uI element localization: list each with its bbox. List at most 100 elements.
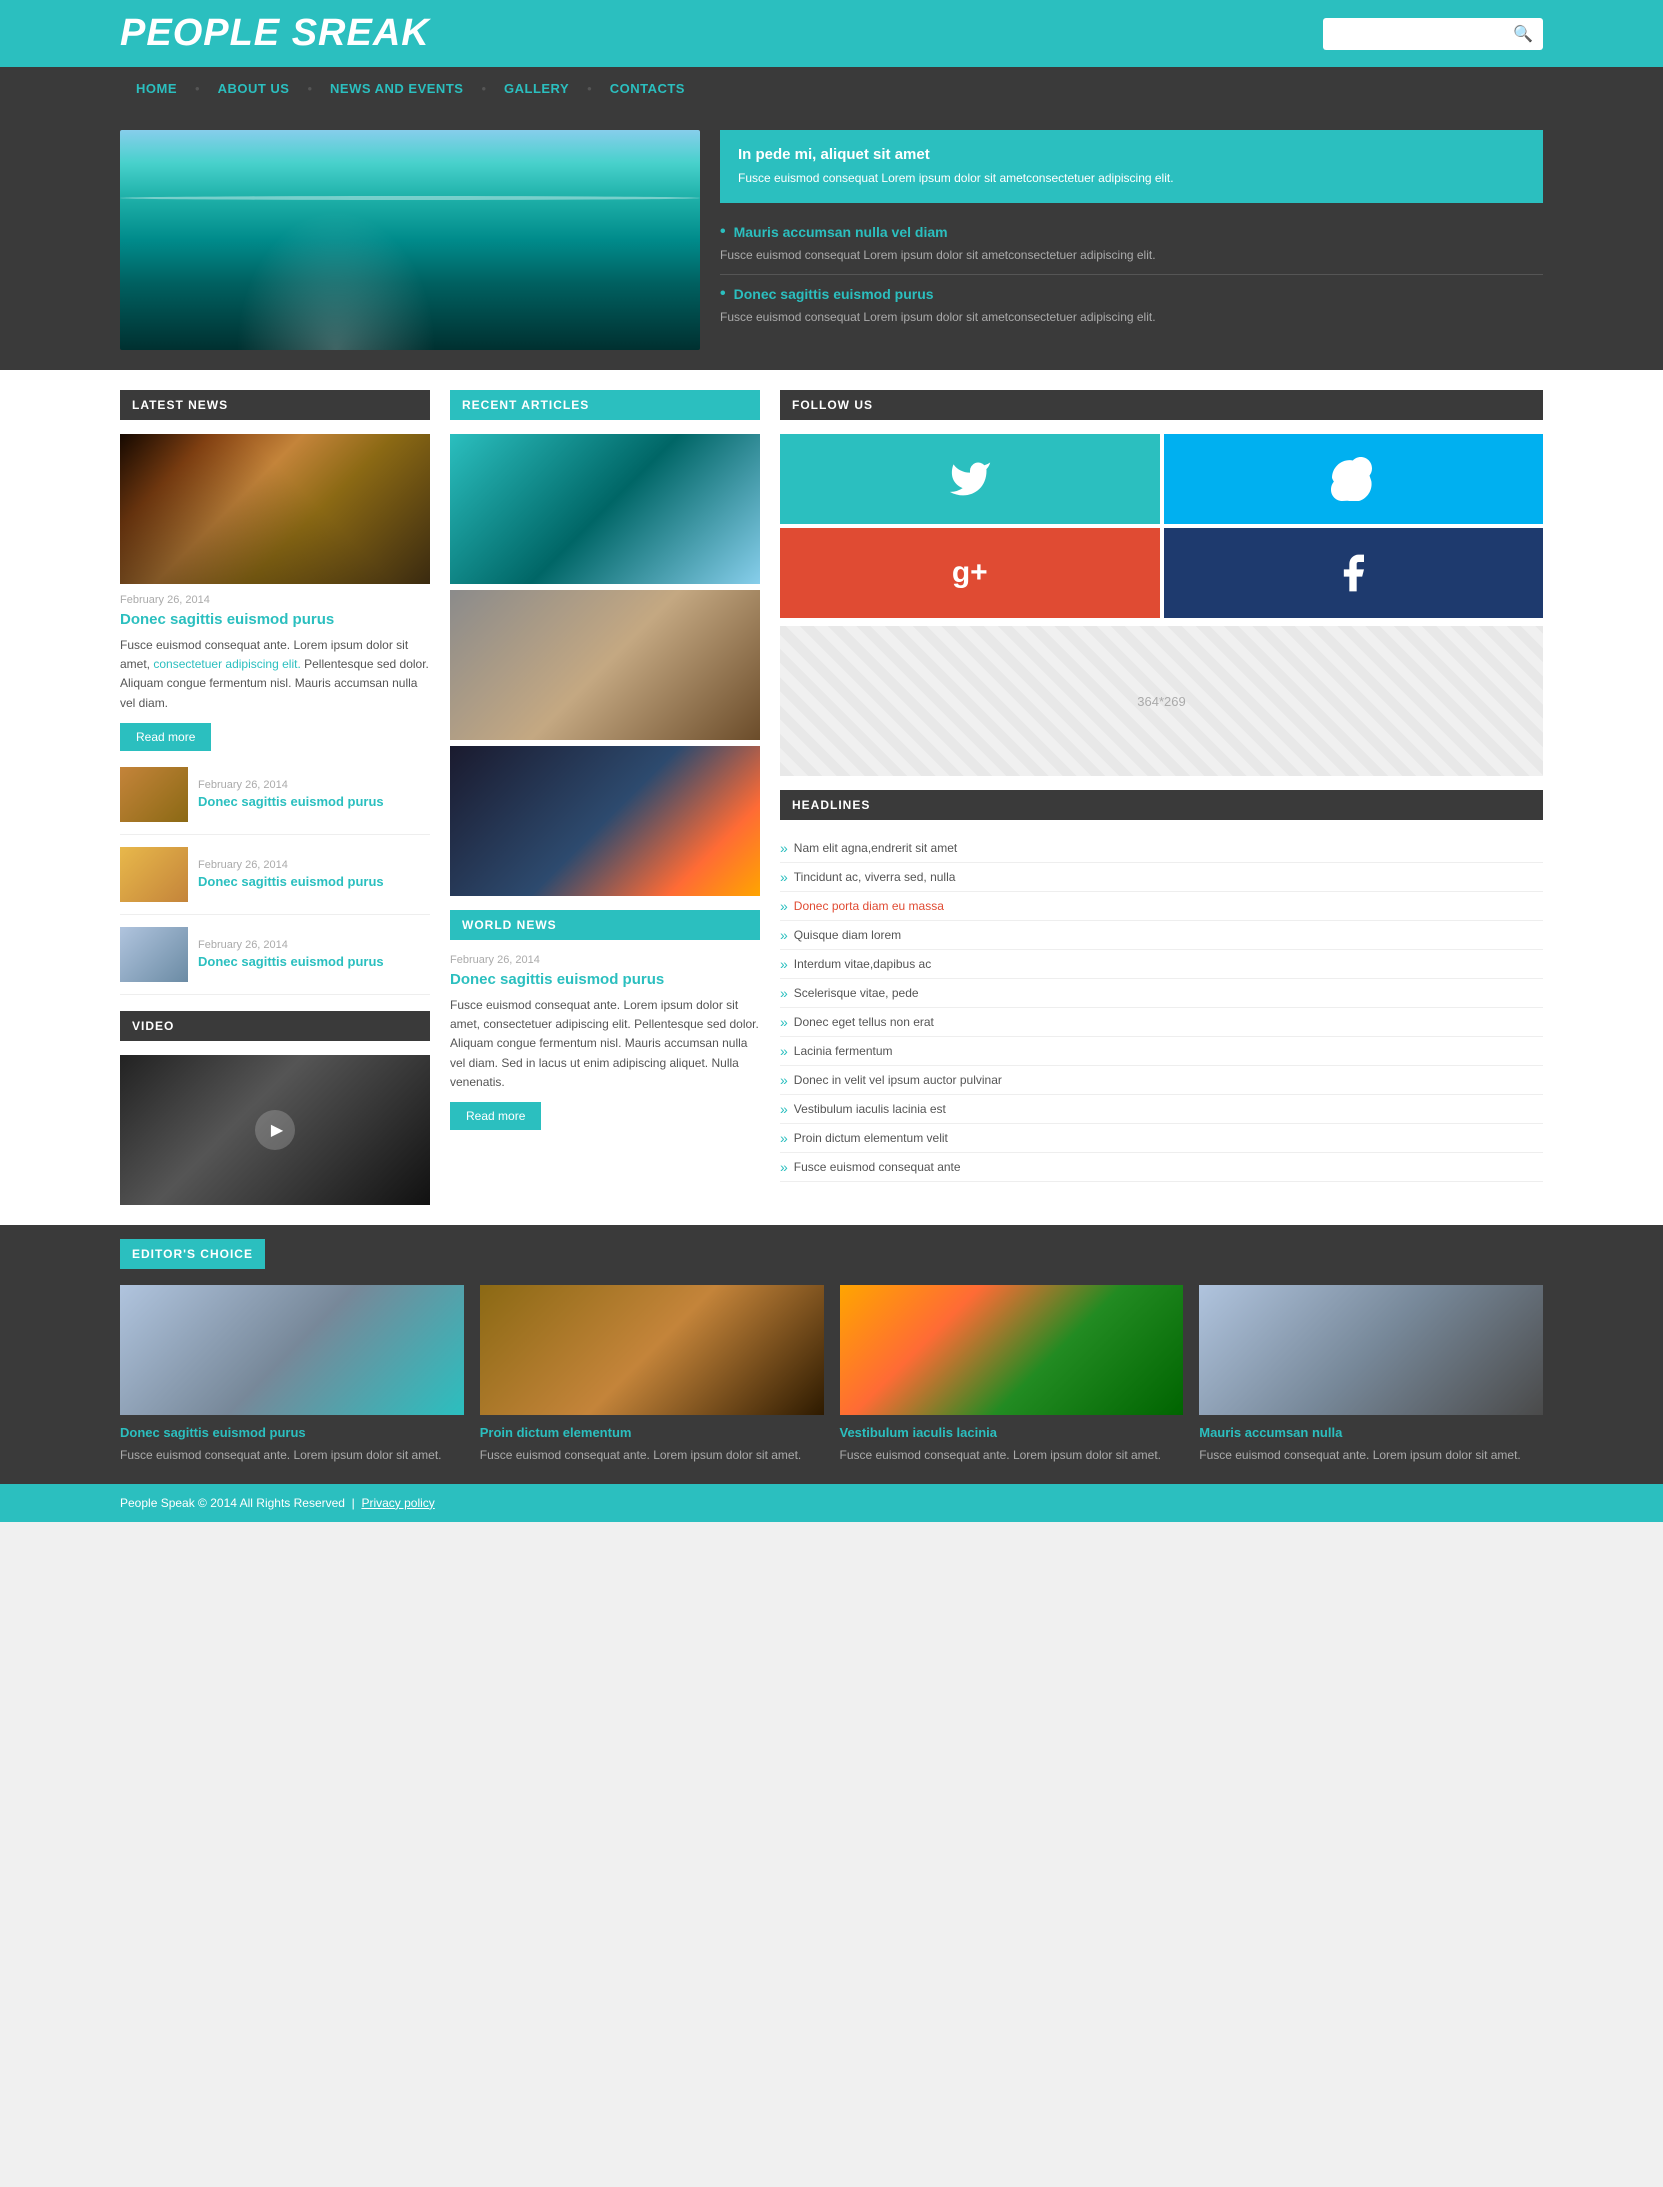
nav-about[interactable]: ABOUT US: [202, 67, 306, 110]
hero-item-1-text: Fusce euismod consequat Lorem ipsum dolo…: [720, 246, 1543, 264]
ocean-rays: [236, 210, 436, 350]
ad-size-label: 364*269: [1137, 694, 1185, 709]
headline-item-4: Quisque diam lorem: [780, 921, 1543, 950]
editor-card-img-3: [840, 1285, 1184, 1415]
header: PEOPLE SREAK 🔍: [0, 0, 1663, 67]
headline-item-2: Tincidunt ac, viverra sed, nulla: [780, 863, 1543, 892]
world-news-text: Fusce euismod consequat ante. Lorem ipsu…: [450, 996, 760, 1092]
hero-item-1: Mauris accumsan nulla vel diam Fusce eui…: [720, 213, 1543, 275]
facebook-button[interactable]: [1164, 528, 1544, 618]
hero-image: [120, 130, 700, 350]
video-section: VIDEO: [120, 1011, 430, 1205]
editor-card-img-4: [1199, 1285, 1543, 1415]
skype-button[interactable]: [1164, 434, 1544, 524]
headline-item-10: Vestibulum iaculis lacinia est: [780, 1095, 1543, 1124]
video-play-button[interactable]: [255, 1110, 295, 1150]
nav-dot-2: •: [307, 81, 312, 96]
news-small-title-2: Donec sagittis euismod purus: [198, 874, 384, 889]
video-header: VIDEO: [120, 1011, 430, 1041]
news-small-img-2: [120, 847, 188, 902]
video-label: VIDEO: [132, 1019, 174, 1033]
headline-item-7: Donec eget tellus non erat: [780, 1008, 1543, 1037]
world-news-label: WORLD NEWS: [462, 918, 557, 932]
news-small-title-3: Donec sagittis euismod purus: [198, 954, 384, 969]
article-img-2: [450, 590, 760, 740]
twitter-button[interactable]: [780, 434, 1160, 524]
hero-section: In pede mi, aliquet sit amet Fusce euism…: [0, 110, 1663, 370]
social-grid: g+: [780, 434, 1543, 618]
editor-card-img-2: [480, 1285, 824, 1415]
nav-contacts[interactable]: CONTACTS: [594, 67, 701, 110]
main-content: LATEST NEWS February 26, 2014 Donec sagi…: [0, 370, 1663, 1225]
news-small-content-3: February 26, 2014 Donec sagittis euismod…: [198, 939, 384, 969]
latest-news-header: LATEST NEWS: [120, 390, 430, 420]
world-news-title: Donec sagittis euismod purus: [450, 971, 760, 988]
news-small-img-1: [120, 767, 188, 822]
editor-card-title-2: Proin dictum elementum: [480, 1425, 824, 1440]
article-img-3: [450, 746, 760, 896]
headline-item-6: Scelerisque vitae, pede: [780, 979, 1543, 1008]
nav-news[interactable]: NEWS AND EVENTS: [314, 67, 479, 110]
editor-card-3: Vestibulum iaculis lacinia Fusce euismod…: [840, 1285, 1184, 1464]
news-small-content-2: February 26, 2014 Donec sagittis euismod…: [198, 859, 384, 889]
news-small-2: February 26, 2014 Donec sagittis euismod…: [120, 847, 430, 915]
news-small-date-2: February 26, 2014: [198, 859, 384, 871]
hero-featured-text: Fusce euismod consequat Lorem ipsum dolo…: [738, 169, 1525, 187]
editor-card-text-4: Fusce euismod consequat ante. Lorem ipsu…: [1199, 1446, 1543, 1464]
nav-dot-4: •: [587, 81, 592, 96]
news-small-content-1: February 26, 2014 Donec sagittis euismod…: [198, 779, 384, 809]
hero-featured-title: In pede mi, aliquet sit amet: [738, 146, 1525, 163]
headlines-list: Nam elit agna,endrerit sit amet Tincidun…: [780, 834, 1543, 1182]
news-small-title-1: Donec sagittis euismod purus: [198, 794, 384, 809]
ad-placeholder: 364*269: [780, 626, 1543, 776]
recent-articles-header: RECENT ARTICLES: [450, 390, 760, 420]
latest-news-label: LATEST NEWS: [132, 398, 228, 412]
hero-featured-box: In pede mi, aliquet sit amet Fusce euism…: [720, 130, 1543, 203]
editors-choice-header: EDITOR'S CHOICE: [120, 1239, 265, 1269]
hero-item-2-text: Fusce euismod consequat Lorem ipsum dolo…: [720, 308, 1543, 326]
editor-card-title-4: Mauris accumsan nulla: [1199, 1425, 1543, 1440]
headlines-label: HEADLINES: [792, 798, 870, 812]
read-more-button-2[interactable]: Read more: [450, 1102, 541, 1130]
gplus-icon: g+: [952, 556, 988, 590]
footer: People Speak © 2014 All Rights Reserved …: [0, 1484, 1663, 1522]
headline-item-3: Donec porta diam eu massa: [780, 892, 1543, 921]
hero-item-2: Donec sagittis euismod purus Fusce euism…: [720, 275, 1543, 336]
gplus-button[interactable]: g+: [780, 528, 1160, 618]
read-more-button-1[interactable]: Read more: [120, 723, 211, 751]
headline-item-11: Proin dictum elementum velit: [780, 1124, 1543, 1153]
video-image[interactable]: [120, 1055, 430, 1205]
news-main-title: Donec sagittis euismod purus: [120, 611, 430, 628]
editor-card-2: Proin dictum elementum Fusce euismod con…: [480, 1285, 824, 1464]
news-small-1: February 26, 2014 Donec sagittis euismod…: [120, 767, 430, 835]
world-news-header: WORLD NEWS: [450, 910, 760, 940]
editor-card-1: Donec sagittis euismod purus Fusce euism…: [120, 1285, 464, 1464]
search-input[interactable]: [1333, 26, 1513, 41]
news-small-img-3: [120, 927, 188, 982]
headline-item-12: Fusce euismod consequat ante: [780, 1153, 1543, 1182]
headline-item-1: Nam elit agna,endrerit sit amet: [780, 834, 1543, 863]
site-logo: PEOPLE SREAK: [120, 12, 430, 55]
search-icon[interactable]: 🔍: [1513, 24, 1533, 44]
news-main-text: Fusce euismod consequat ante. Lorem ipsu…: [120, 636, 430, 713]
nav-gallery[interactable]: GALLERY: [488, 67, 585, 110]
headlines-header: HEADLINES: [780, 790, 1543, 820]
editor-card-text-1: Fusce euismod consequat ante. Lorem ipsu…: [120, 1446, 464, 1464]
twitter-icon: [948, 457, 992, 501]
news-small-date-1: February 26, 2014: [198, 779, 384, 791]
nav-home[interactable]: HOME: [120, 67, 193, 110]
hero-sidebar: In pede mi, aliquet sit amet Fusce euism…: [720, 130, 1543, 350]
col-left: LATEST NEWS February 26, 2014 Donec sagi…: [120, 390, 430, 1205]
ocean-surface: [120, 196, 700, 200]
hero-item-2-title: Donec sagittis euismod purus: [720, 285, 1543, 303]
news-main-date: February 26, 2014: [120, 594, 430, 606]
main-nav: HOME • ABOUT US • NEWS AND EVENTS • GALL…: [0, 67, 1663, 110]
news-small-date-3: February 26, 2014: [198, 939, 384, 951]
footer-text: People Speak © 2014 All Rights Reserved: [120, 1496, 345, 1510]
news-small-3: February 26, 2014 Donec sagittis euismod…: [120, 927, 430, 995]
col-right: FOLLOW US g+ 364*269 HEADLINES Nam elit …: [780, 390, 1543, 1205]
editor-card-title-3: Vestibulum iaculis lacinia: [840, 1425, 1184, 1440]
facebook-icon: [1331, 551, 1375, 595]
editor-card-text-3: Fusce euismod consequat ante. Lorem ipsu…: [840, 1446, 1184, 1464]
privacy-link[interactable]: Privacy policy: [361, 1496, 434, 1510]
